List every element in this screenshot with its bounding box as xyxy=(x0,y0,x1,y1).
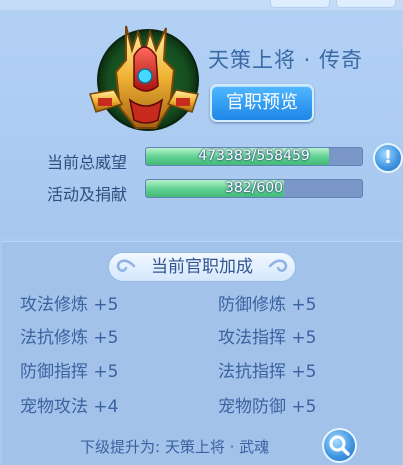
bonus-name: 法抗修炼 xyxy=(20,328,88,348)
next-rank: 下级提升为: 天策上将 · 武魂 xyxy=(80,436,269,457)
bonus-item: 法抗修炼 +5 xyxy=(20,323,118,348)
bonus-item: 宠物防御 +5 xyxy=(218,392,316,417)
tab-1[interactable] xyxy=(270,0,330,8)
helmet-icon xyxy=(89,25,199,131)
tab-2[interactable] xyxy=(336,0,396,8)
bonus-name: 宠物防御 xyxy=(218,397,286,417)
next-rank-search-button[interactable] xyxy=(322,428,357,463)
bonus-value: +5 xyxy=(291,328,317,348)
search-icon xyxy=(329,435,350,456)
bonus-item: 防御修炼 +5 xyxy=(218,290,316,315)
bonus-item: 防御指挥 +5 xyxy=(20,357,118,382)
activity-bar: 382/600 xyxy=(145,179,363,198)
bonus-value: +5 xyxy=(93,328,119,348)
bonus-name: 防御修炼 xyxy=(218,295,286,315)
activity-label: 活动及捐献 xyxy=(47,185,128,204)
bonus-item: 法抗指挥 +5 xyxy=(218,357,316,382)
prestige-value: 473383/558459 xyxy=(198,148,310,164)
bonus-name: 防御指挥 xyxy=(20,362,88,382)
prestige-label: 当前总威望 xyxy=(47,153,128,172)
bonus-value: +4 xyxy=(93,397,119,417)
bonus-value: +5 xyxy=(93,295,119,315)
bonus-name: 攻法指挥 xyxy=(218,328,286,348)
next-rank-label: 下级提升为: xyxy=(80,438,161,456)
rank-preview-button[interactable]: 官职预览 xyxy=(210,84,314,122)
next-rank-value: 天策上将 · 武魂 xyxy=(164,438,270,456)
bonus-item: 攻法指挥 +5 xyxy=(218,323,316,348)
bonus-panel-title: 当前官职加成 xyxy=(151,257,253,277)
bonus-value: +5 xyxy=(291,397,317,417)
prestige-bar: 473383/558459 xyxy=(145,147,363,166)
bonus-value: +5 xyxy=(93,362,119,382)
bonus-value: +5 xyxy=(291,295,317,315)
bonus-value: +5 xyxy=(291,362,317,382)
bonus-item: 攻法修炼 +5 xyxy=(20,290,118,315)
activity-value: 382/600 xyxy=(224,180,284,196)
help-button[interactable]: ! xyxy=(373,143,403,173)
bonus-name: 法抗指挥 xyxy=(218,362,286,382)
bonus-name: 宠物攻法 xyxy=(20,397,88,417)
bonus-item: 宠物攻法 +4 xyxy=(20,392,118,417)
bonus-name: 攻法修炼 xyxy=(20,295,88,315)
rank-title: 天策上将 · 传奇 xyxy=(208,48,364,72)
